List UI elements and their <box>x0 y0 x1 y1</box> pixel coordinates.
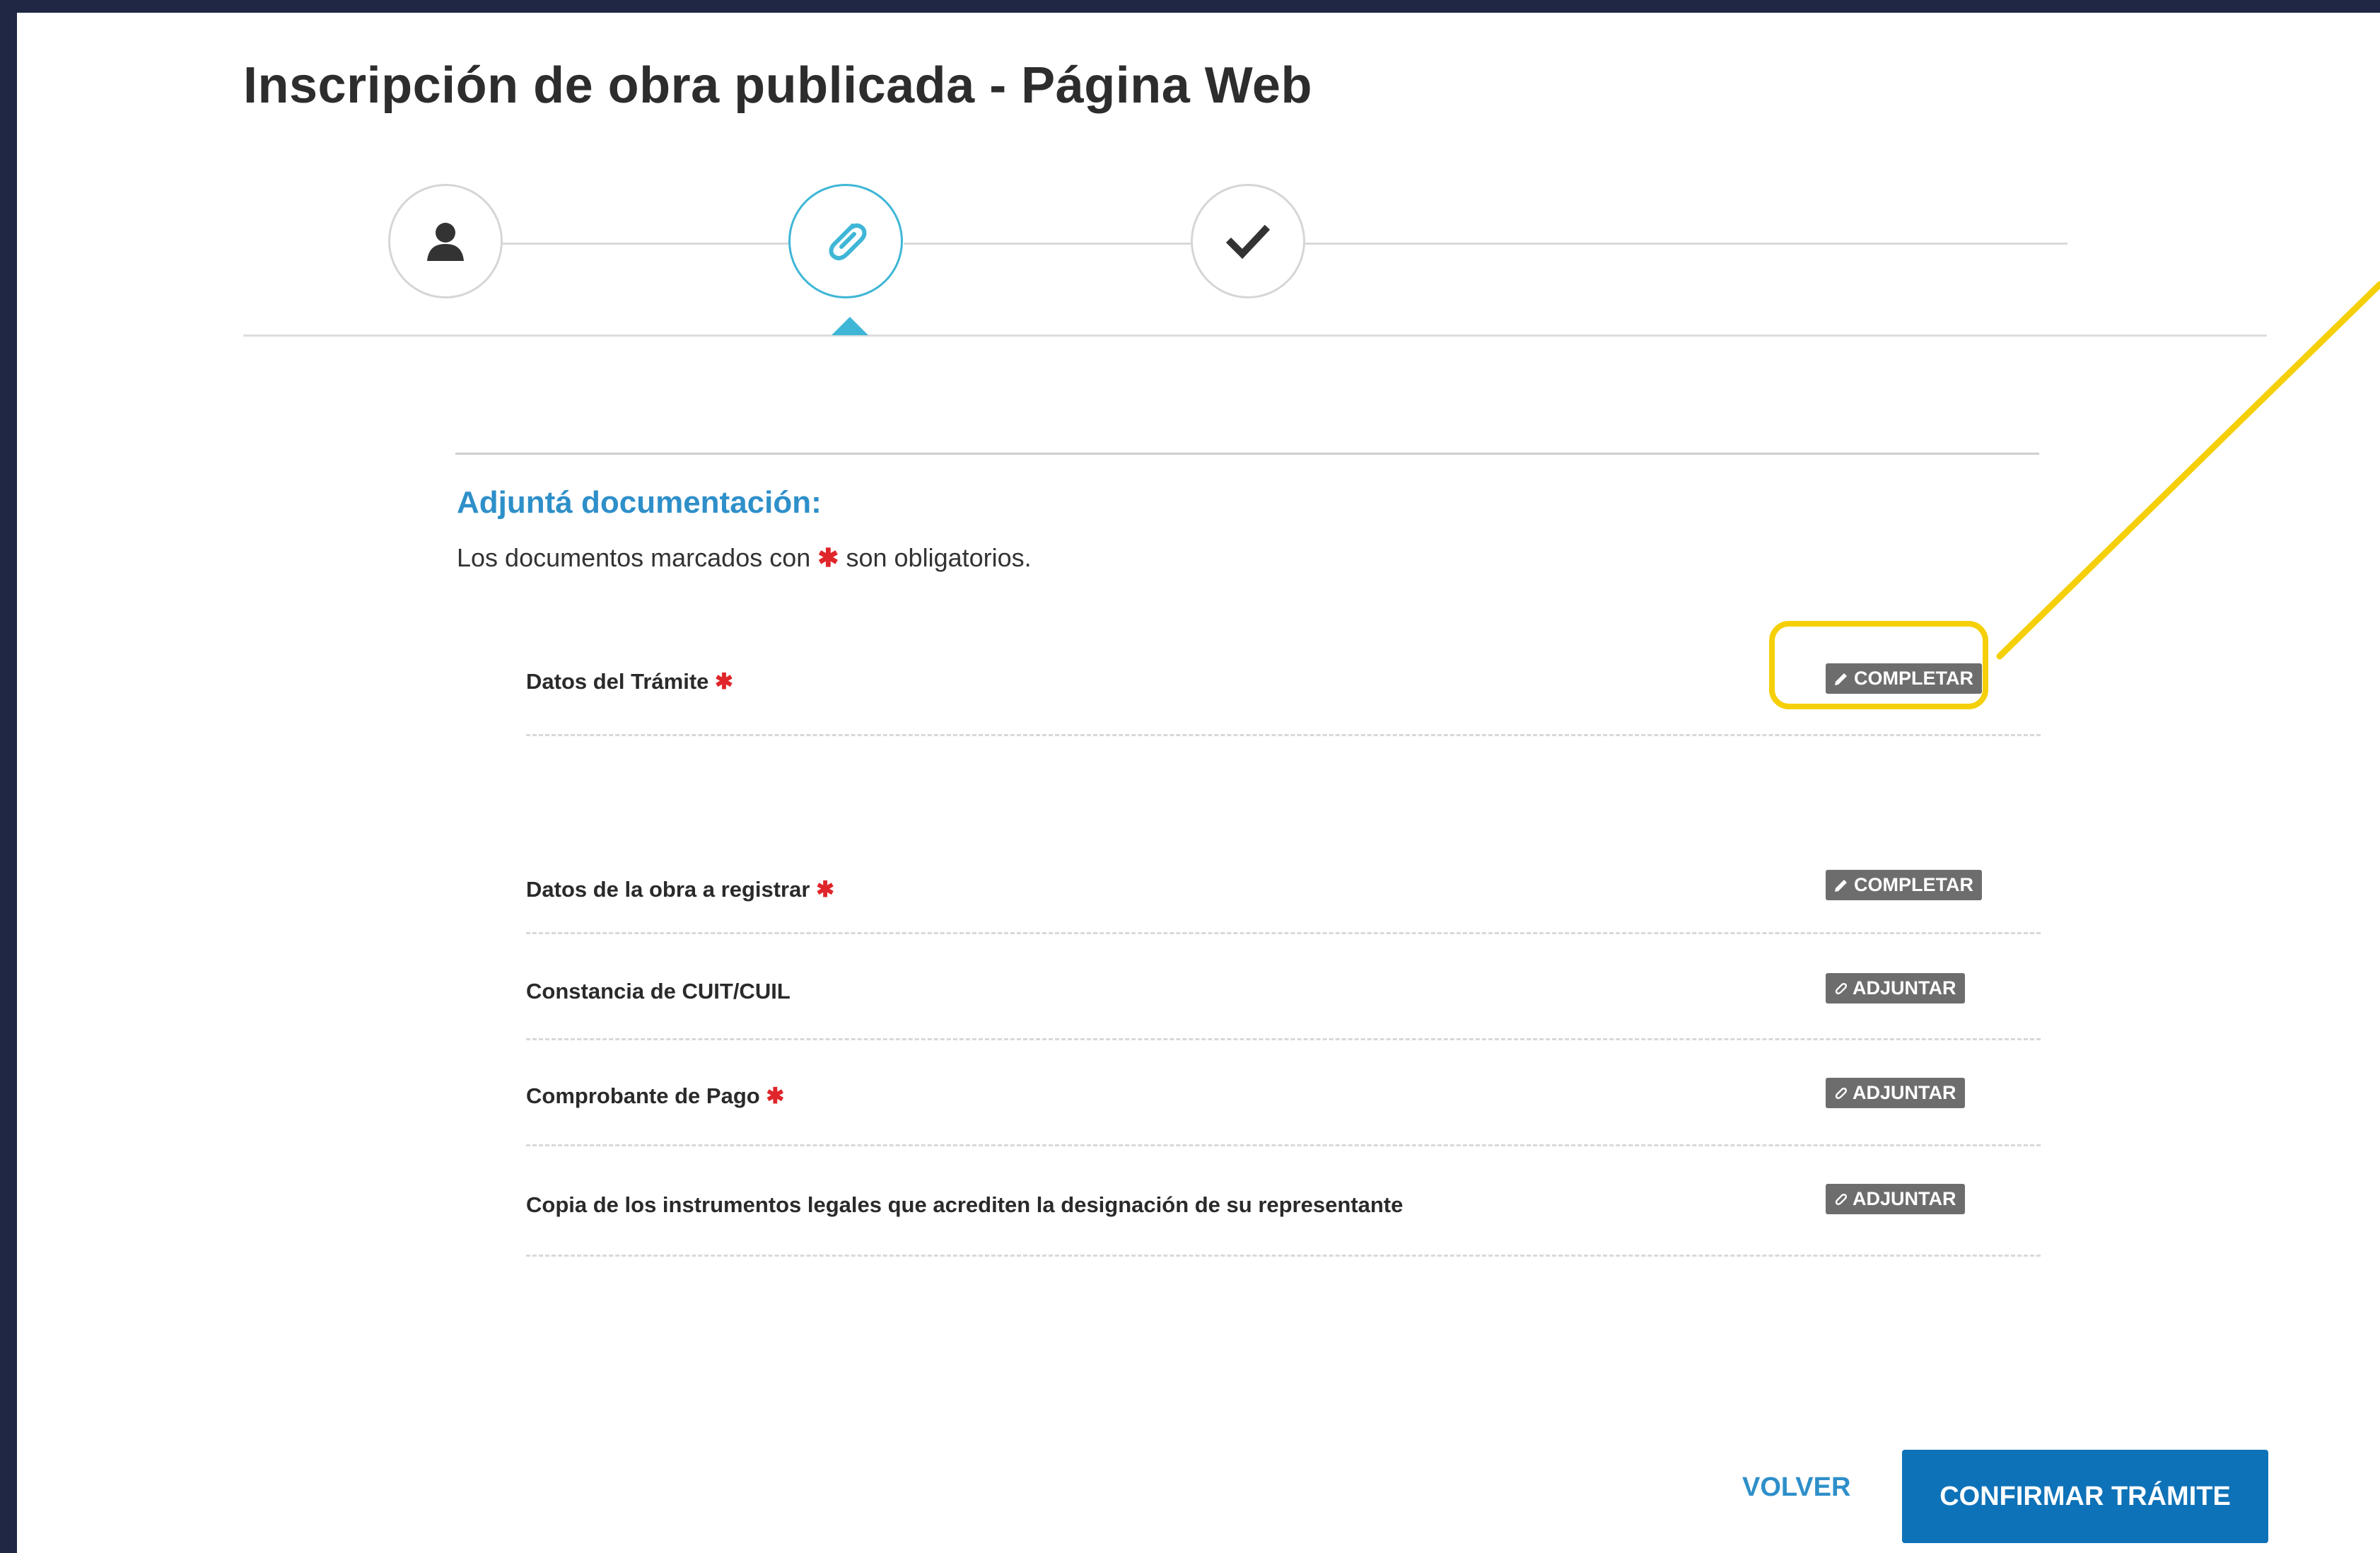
step-connector <box>1305 243 2067 245</box>
paperclip-icon <box>1835 1087 1847 1099</box>
adjuntar-button[interactable]: ADJUNTAR <box>1826 973 1965 1004</box>
document-label: Datos de la obra a registrar ✱ <box>526 877 835 902</box>
stepper-baseline <box>243 335 2267 337</box>
section-note: Los documentos marcados con ✱ son obliga… <box>457 543 1032 573</box>
section-title: Adjuntá documentación: <box>457 485 822 520</box>
paperclip-icon <box>1835 1193 1847 1205</box>
check-icon <box>1225 224 1271 260</box>
paperclip-icon <box>1835 982 1847 994</box>
document-label: Datos del Trámite ✱ <box>526 669 734 694</box>
stepper <box>17 13 2380 366</box>
pencil-icon <box>1835 879 1847 892</box>
step-confirm[interactable] <box>1191 184 1305 298</box>
document-row: Datos de la obra a registrar ✱ COMPLETAR <box>526 854 2041 934</box>
document-row: Copia de los instrumentos legales que ac… <box>526 1144 2041 1257</box>
highlight-box <box>1769 621 1988 709</box>
page: Inscripción de obra publicada - Página W… <box>17 13 2380 1553</box>
back-button[interactable]: VOLVER <box>1742 1472 1850 1503</box>
step-connector <box>502 243 806 245</box>
adjuntar-button[interactable]: ADJUNTAR <box>1826 1184 1965 1214</box>
step-personal-data[interactable] <box>388 184 503 298</box>
user-icon <box>427 223 464 261</box>
step-connector <box>904 243 1208 245</box>
document-row: Comprobante de Pago ✱ ADJUNTAR <box>526 1038 2041 1146</box>
note-text: son obligatorios. <box>846 543 1032 572</box>
confirm-button[interactable]: CONFIRMAR TRÁMITE <box>1902 1450 2268 1543</box>
adjuntar-button[interactable]: ADJUNTAR <box>1826 1078 1965 1108</box>
document-row: Constancia de CUIT/CUIL ADJUNTAR <box>526 932 2041 1040</box>
note-text: Los documentos marcados con <box>457 543 811 572</box>
document-label: Comprobante de Pago ✱ <box>526 1083 785 1108</box>
window-frame <box>0 0 2380 13</box>
required-asterisk: ✱ <box>766 1083 785 1108</box>
required-asterisk: ✱ <box>816 877 835 902</box>
document-label: Constancia de CUIT/CUIL <box>526 979 791 1004</box>
document-label: Copia de los instrumentos legales que ac… <box>526 1192 1404 1217</box>
completar-button[interactable]: COMPLETAR <box>1826 870 1982 900</box>
step-attach-documents[interactable] <box>788 184 903 298</box>
active-step-pointer <box>832 317 868 335</box>
required-asterisk: ✱ <box>817 543 839 572</box>
paperclip-icon <box>829 223 867 261</box>
required-asterisk: ✱ <box>715 669 734 694</box>
section-divider <box>455 453 2039 455</box>
